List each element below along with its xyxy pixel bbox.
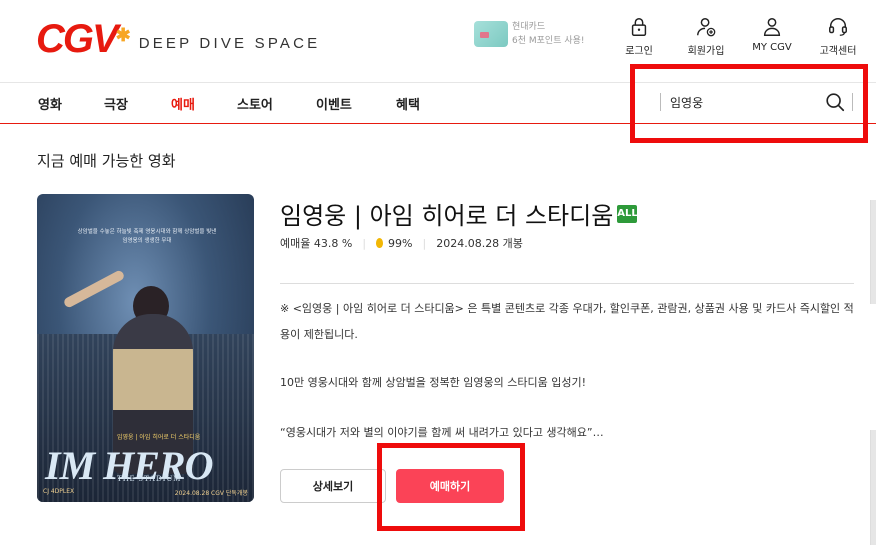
movie-poster[interactable]: 상암벌을 수놓은 하늘빛 축제 영웅시대와 함께 상암벌을 빛낸 임영웅의 생생… [37, 194, 254, 502]
poster-subtitle: THE STADIUM [117, 474, 182, 483]
golden-egg-icon [376, 238, 384, 248]
meta-separator: | [422, 236, 427, 250]
signup-button[interactable]: 회원가입 [676, 16, 736, 57]
next-card-edge [870, 200, 876, 304]
movie-meta: 예매율 43.8 % | 99% | 2024.08.28 개봉 [280, 235, 523, 251]
age-rating-badge: ALL [617, 204, 638, 223]
nav-item-store[interactable]: 스토어 [237, 94, 273, 113]
logo-mark: CGV ✱ [36, 14, 131, 64]
user-plus-icon [697, 18, 716, 37]
movie-title-text: 임영웅 | 아임 히어로 더 스타디움 [280, 202, 614, 230]
lock-icon [631, 18, 647, 36]
login-label: 로그인 [625, 46, 653, 57]
customer-center-label: 고객센터 [819, 46, 857, 57]
credit-card-icon [474, 21, 508, 47]
poster-copy: 상암벌을 수놓은 하늘빛 축제 영웅시대와 함께 상암벌을 빛낸 임영웅의 생생… [77, 229, 217, 244]
login-button[interactable]: 로그인 [609, 16, 669, 57]
section-title: 지금 예매 가능한 영화 [37, 152, 176, 170]
booking-rate: 예매율 43.8 % [280, 237, 353, 250]
logo-tagline: DEEP DIVE SPACE [138, 34, 321, 52]
nav-item-theater[interactable]: 극장 [104, 94, 128, 113]
poster-badge: 임영웅 | 아임 히어로 더 스타디움 [117, 434, 201, 441]
card-promo-text: 현대카드 6천 M포인트 사용! [512, 20, 585, 48]
release-date: 2024.08.28 개봉 [436, 237, 523, 250]
cgv-logo[interactable]: CGV ✱ DEEP DIVE SPACE [36, 14, 320, 64]
mycgv-label: MY CGV [752, 42, 792, 53]
content-divider [280, 283, 854, 284]
card-promo-line2: 6천 M포인트 사용! [512, 36, 585, 46]
logo-star-icon: ✱ [115, 25, 131, 45]
mycgv-button[interactable]: MY CGV [742, 16, 802, 53]
poster-arm [62, 269, 126, 309]
description-notice: ※ <임영웅 | 아임 히어로 더 스타디움> 은 특별 콘텐츠로 각종 우대가… [280, 302, 854, 341]
detail-button[interactable]: 상세보기 [280, 469, 386, 503]
poster-release: 2024.08.28 CGV 단독개봉 [174, 490, 248, 497]
next-card-edge-lower [870, 430, 876, 545]
movie-title[interactable]: 임영웅 | 아임 히어로 더 스타디움 ALL [280, 196, 638, 231]
description-intro: 10만 영웅시대와 함께 상암벌을 정복한 임영웅의 스타디움 입성기! [280, 376, 587, 389]
poster-credits: CJ 4DPLEX [43, 488, 75, 495]
description-quote: “영웅시대가 저와 별의 이야기를 함께 써 내려가고 있다고 생각해요”… [280, 426, 604, 439]
search-input[interactable] [670, 91, 810, 113]
egg-score: 99% [388, 236, 413, 250]
signup-label: 회원가입 [687, 46, 725, 57]
meta-separator: | [362, 236, 367, 250]
search-icon[interactable] [824, 91, 846, 113]
main-nav: 영화 극장 예매 스토어 이벤트 혜택 [0, 82, 876, 124]
nav-item-event[interactable]: 이벤트 [316, 94, 352, 113]
nav-item-booking[interactable]: 예매 [171, 94, 195, 113]
headset-icon [829, 18, 847, 36]
nav-item-benefit[interactable]: 혜택 [396, 94, 420, 113]
book-button[interactable]: 예매하기 [396, 469, 504, 503]
poster-bottom: CJ 4DPLEX 2024.08.28 CGV 단독개봉 [43, 488, 248, 497]
nav-item-movie[interactable]: 영화 [38, 94, 62, 113]
customer-center-button[interactable]: 고객센터 [808, 16, 868, 57]
card-promo-banner[interactable]: 현대카드 6천 M포인트 사용! [474, 20, 585, 48]
card-promo-line1: 현대카드 [512, 22, 546, 32]
user-icon [763, 18, 781, 36]
search-divider-right [852, 93, 853, 111]
search-divider [660, 93, 661, 111]
